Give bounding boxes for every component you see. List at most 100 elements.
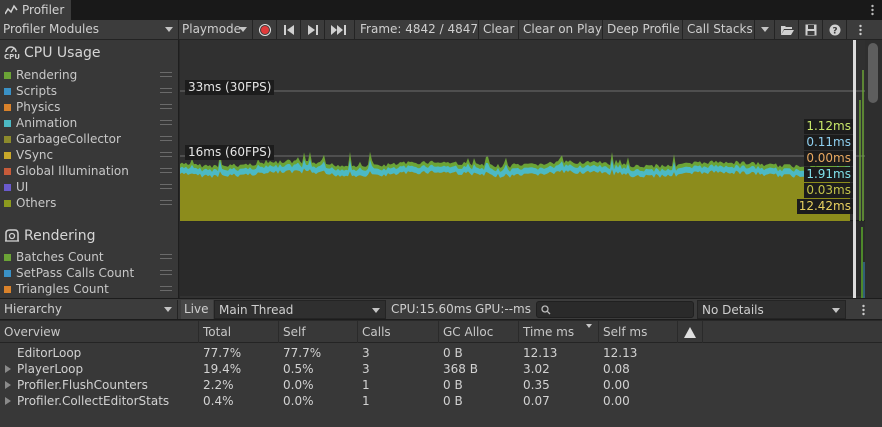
playmode-label: Playmode <box>182 22 242 36</box>
cpu-legend-item[interactable]: Others <box>4 195 176 211</box>
profiler-icon <box>5 4 18 15</box>
column-header[interactable]: Total <box>199 321 279 343</box>
legend-label: GarbageCollector <box>16 132 121 146</box>
row-cell: 0.0% <box>283 378 314 392</box>
toolbar-menu-button[interactable] <box>853 20 877 39</box>
cpu-legend-item[interactable]: VSync <box>4 147 176 163</box>
column-options-button[interactable] <box>678 321 703 343</box>
details-menu-button[interactable] <box>862 304 865 319</box>
profiler-tab[interactable]: Profiler <box>0 0 72 20</box>
table-row[interactable]: EditorLoop 77.7% 77.7% 3 0 B 12.13 12.13 <box>0 345 882 361</box>
cpu-value-label: 0.03ms <box>804 183 853 198</box>
view-type-dropdown[interactable]: Hierarchy <box>0 300 178 319</box>
row-cell: 0 B <box>443 378 463 392</box>
call-stacks-button[interactable]: Call Stacks <box>683 20 755 39</box>
row-cell: 368 B <box>443 362 478 376</box>
legend-label: Rendering <box>16 68 78 82</box>
row-cell: 3.02 <box>523 362 550 376</box>
legend-swatch <box>4 120 11 127</box>
scrollbar-thumb[interactable] <box>868 43 878 103</box>
next-frame-button[interactable] <box>301 20 325 39</box>
legend-label: SetPass Calls Count <box>16 266 135 280</box>
module-scrollbar[interactable] <box>865 40 882 298</box>
cpu-legend-item[interactable]: Physics <box>4 99 176 115</box>
frame-counter: Frame: 4842 / 4847 <box>355 20 479 39</box>
cpu-legend-item[interactable]: UI <box>4 179 176 195</box>
thread-dropdown[interactable]: Main Thread <box>214 300 386 319</box>
help-button[interactable]: ? <box>823 20 847 39</box>
legend-swatch <box>4 168 11 175</box>
record-button[interactable] <box>253 20 277 39</box>
deep-profile-button[interactable]: Deep Profile <box>603 20 683 39</box>
expand-arrow-icon[interactable] <box>5 365 11 373</box>
profiler-modules-dropdown[interactable]: Profiler Modules <box>0 20 179 39</box>
search-input[interactable] <box>536 301 694 318</box>
drag-handle-icon[interactable] <box>160 270 172 275</box>
row-cell: 3 <box>362 362 370 376</box>
row-cell: 0.5% <box>283 362 314 376</box>
clear-button[interactable]: Clear <box>479 20 519 39</box>
drag-handle-icon[interactable] <box>160 200 172 205</box>
legend-label: Physics <box>16 100 61 114</box>
drag-handle-icon[interactable] <box>160 152 172 157</box>
drag-handle-icon[interactable] <box>160 136 172 141</box>
drag-handle-icon[interactable] <box>160 104 172 109</box>
last-frame-button[interactable] <box>325 20 355 39</box>
drag-handle-icon[interactable] <box>160 254 172 259</box>
cpu-legend-item[interactable]: Animation <box>4 115 176 131</box>
live-toggle[interactable]: Live <box>181 300 213 319</box>
row-name: EditorLoop <box>17 346 82 360</box>
legend-label: Others <box>16 196 57 210</box>
playmode-dropdown[interactable]: Playmode <box>179 20 253 39</box>
row-cell: 0.0% <box>283 394 314 408</box>
details-dropdown[interactable]: No Details <box>697 300 846 319</box>
legend-label: UI <box>16 180 29 194</box>
rendering-chart[interactable] <box>180 222 865 298</box>
help-icon: ? <box>829 24 841 36</box>
column-header[interactable]: Self ms <box>599 321 678 343</box>
expand-arrow-icon[interactable] <box>5 397 11 405</box>
row-cell: 1 <box>362 378 370 392</box>
column-header[interactable]: GC Alloc <box>439 321 519 343</box>
save-icon <box>805 24 817 36</box>
skip-back-icon <box>284 25 294 35</box>
rendering-legend-item[interactable]: Triangles Count <box>4 281 176 297</box>
column-header[interactable]: Calls <box>358 321 439 343</box>
column-header[interactable]: Overview <box>0 321 199 343</box>
first-frame-button[interactable] <box>277 20 301 39</box>
drag-handle-icon[interactable] <box>160 168 172 173</box>
selected-frame-marker[interactable] <box>853 40 856 298</box>
load-button[interactable] <box>775 20 799 39</box>
cpu-legend-item[interactable]: Rendering <box>4 67 176 83</box>
column-header[interactable]: Self <box>279 321 358 343</box>
row-cell: 0.00 <box>603 378 630 392</box>
legend-swatch <box>4 104 11 111</box>
legend-swatch <box>4 200 11 207</box>
step-forward-icon <box>308 25 318 35</box>
call-stacks-dropdown[interactable] <box>755 20 775 39</box>
cpu-legend-item[interactable]: Global Illumination <box>4 163 176 179</box>
grid-label-60fps: 16ms (60FPS) <box>185 145 275 160</box>
rendering-legend-item[interactable]: SetPass Calls Count <box>4 265 176 281</box>
cpu-legend-item[interactable]: Scripts <box>4 83 176 99</box>
drag-handle-icon[interactable] <box>160 72 172 77</box>
cpu-legend-item[interactable]: GarbageCollector <box>4 131 176 147</box>
table-row[interactable]: Profiler.FlushCounters 2.2% 0.0% 1 0 B 0.35 0.… <box>0 377 882 393</box>
profiler-chart-area[interactable]: 33ms (30FPS) 16ms (60FPS) 1.12ms 0.11ms 0.… <box>180 40 865 298</box>
expand-arrow-icon[interactable] <box>5 381 11 389</box>
clear-on-play-button[interactable]: Clear on Play <box>519 20 603 39</box>
drag-handle-icon[interactable] <box>160 286 172 291</box>
table-row[interactable]: Profiler.CollectEditorStats 0.4% 0.0% 1 0 B 0… <box>0 393 882 409</box>
drag-handle-icon[interactable] <box>160 120 172 125</box>
table-row[interactable]: PlayerLoop 19.4% 0.5% 3 368 B 3.02 0.08 <box>0 361 882 377</box>
cpu-value-label: 0.11ms <box>804 135 853 150</box>
window-tab-bar: Profiler <box>0 0 882 20</box>
rendering-module-title[interactable]: Rendering <box>4 226 96 246</box>
rendering-legend-item[interactable]: Batches Count <box>4 249 176 265</box>
drag-handle-icon[interactable] <box>160 184 172 189</box>
save-button[interactable] <box>799 20 823 39</box>
cpu-usage-module-title[interactable]: CPU CPU Usage <box>4 43 101 63</box>
tab-menu-icon[interactable] <box>871 4 874 16</box>
drag-handle-icon[interactable] <box>160 88 172 93</box>
cpu-usage-chart[interactable]: 33ms (30FPS) 16ms (60FPS) 1.12ms 0.11ms 0.… <box>180 40 865 221</box>
